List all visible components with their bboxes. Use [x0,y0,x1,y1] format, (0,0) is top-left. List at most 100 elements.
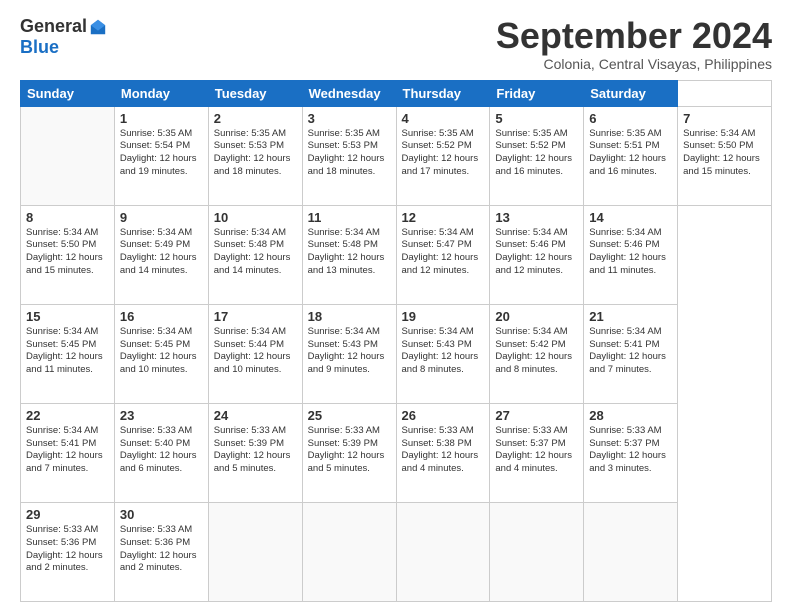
daylight-label: Daylight: 12 hours and 6 minutes. [120,450,197,474]
day-info: Sunrise: 5:35 AM Sunset: 5:53 PM Dayligh… [214,128,297,179]
day-number: 29 [26,507,109,522]
day-info: Sunrise: 5:35 AM Sunset: 5:51 PM Dayligh… [589,128,672,179]
sunset-label: Sunset: 5:54 PM [120,140,190,151]
sunset-label: Sunset: 5:37 PM [495,438,565,449]
daylight-label: Daylight: 12 hours and 7 minutes. [589,351,666,375]
sunrise-label: Sunrise: 5:33 AM [308,425,380,436]
daylight-label: Daylight: 12 hours and 2 minutes. [26,550,103,574]
sunset-label: Sunset: 5:41 PM [26,438,96,449]
sunset-label: Sunset: 5:53 PM [308,140,378,151]
day-number: 8 [26,210,109,225]
daylight-label: Daylight: 12 hours and 4 minutes. [402,450,479,474]
calendar-cell: 30 Sunrise: 5:33 AM Sunset: 5:36 PM Dayl… [114,502,208,601]
sunrise-label: Sunrise: 5:34 AM [26,425,98,436]
day-info: Sunrise: 5:34 AM Sunset: 5:46 PM Dayligh… [495,227,578,278]
sunset-label: Sunset: 5:42 PM [495,339,565,350]
sunrise-label: Sunrise: 5:34 AM [308,326,380,337]
day-number: 28 [589,408,672,423]
calendar-cell [490,502,584,601]
calendar-cell: 1 Sunrise: 5:35 AM Sunset: 5:54 PM Dayli… [114,106,208,205]
col-thursday: Thursday [396,80,490,106]
daylight-label: Daylight: 12 hours and 16 minutes. [589,153,666,177]
day-info: Sunrise: 5:34 AM Sunset: 5:50 PM Dayligh… [26,227,109,278]
col-sunday: Sunday [21,80,115,106]
calendar-cell [208,502,302,601]
sunset-label: Sunset: 5:45 PM [26,339,96,350]
sunset-label: Sunset: 5:52 PM [495,140,565,151]
calendar-cell: 29 Sunrise: 5:33 AM Sunset: 5:36 PM Dayl… [21,502,115,601]
sunrise-label: Sunrise: 5:34 AM [26,326,98,337]
calendar-cell: 24 Sunrise: 5:33 AM Sunset: 5:39 PM Dayl… [208,403,302,502]
day-number: 1 [120,111,203,126]
daylight-label: Daylight: 12 hours and 12 minutes. [402,252,479,276]
sunrise-label: Sunrise: 5:35 AM [120,128,192,139]
sunset-label: Sunset: 5:49 PM [120,239,190,250]
calendar-cell: 25 Sunrise: 5:33 AM Sunset: 5:39 PM Dayl… [302,403,396,502]
col-wednesday: Wednesday [302,80,396,106]
calendar-cell: 16 Sunrise: 5:34 AM Sunset: 5:45 PM Dayl… [114,304,208,403]
sunset-label: Sunset: 5:50 PM [26,239,96,250]
header: General Blue September 2024 Colonia, Cen… [20,16,772,72]
sunset-label: Sunset: 5:46 PM [589,239,659,250]
calendar-cell: 2 Sunrise: 5:35 AM Sunset: 5:53 PM Dayli… [208,106,302,205]
day-info: Sunrise: 5:34 AM Sunset: 5:41 PM Dayligh… [26,425,109,476]
sunset-label: Sunset: 5:39 PM [308,438,378,449]
calendar-cell [584,502,678,601]
daylight-label: Daylight: 12 hours and 13 minutes. [308,252,385,276]
calendar-cell: 5 Sunrise: 5:35 AM Sunset: 5:52 PM Dayli… [490,106,584,205]
day-info: Sunrise: 5:33 AM Sunset: 5:36 PM Dayligh… [120,524,203,575]
day-info: Sunrise: 5:35 AM Sunset: 5:53 PM Dayligh… [308,128,391,179]
day-info: Sunrise: 5:34 AM Sunset: 5:47 PM Dayligh… [402,227,485,278]
week-row-5: 29 Sunrise: 5:33 AM Sunset: 5:36 PM Dayl… [21,502,772,601]
daylight-label: Daylight: 12 hours and 4 minutes. [495,450,572,474]
logo-blue-text: Blue [20,37,59,58]
calendar-cell: 27 Sunrise: 5:33 AM Sunset: 5:37 PM Dayl… [490,403,584,502]
day-number: 27 [495,408,578,423]
calendar-cell: 17 Sunrise: 5:34 AM Sunset: 5:44 PM Dayl… [208,304,302,403]
sunset-label: Sunset: 5:43 PM [308,339,378,350]
day-number: 18 [308,309,391,324]
day-info: Sunrise: 5:33 AM Sunset: 5:37 PM Dayligh… [589,425,672,476]
calendar-header-row: Sunday Monday Tuesday Wednesday Thursday… [21,80,772,106]
sunrise-label: Sunrise: 5:34 AM [402,227,474,238]
calendar-cell [302,502,396,601]
daylight-label: Daylight: 12 hours and 14 minutes. [120,252,197,276]
daylight-label: Daylight: 12 hours and 18 minutes. [308,153,385,177]
day-info: Sunrise: 5:35 AM Sunset: 5:52 PM Dayligh… [402,128,485,179]
sunrise-label: Sunrise: 5:34 AM [683,128,755,139]
daylight-label: Daylight: 12 hours and 12 minutes. [495,252,572,276]
sunrise-label: Sunrise: 5:34 AM [495,227,567,238]
daylight-label: Daylight: 12 hours and 9 minutes. [308,351,385,375]
sunset-label: Sunset: 5:41 PM [589,339,659,350]
week-row-4: 22 Sunrise: 5:34 AM Sunset: 5:41 PM Dayl… [21,403,772,502]
week-row-2: 8 Sunrise: 5:34 AM Sunset: 5:50 PM Dayli… [21,205,772,304]
sunrise-label: Sunrise: 5:35 AM [495,128,567,139]
sunrise-label: Sunrise: 5:33 AM [495,425,567,436]
title-area: September 2024 Colonia, Central Visayas,… [496,16,772,72]
calendar-cell [396,502,490,601]
sunset-label: Sunset: 5:51 PM [589,140,659,151]
day-info: Sunrise: 5:34 AM Sunset: 5:45 PM Dayligh… [26,326,109,377]
day-number: 14 [589,210,672,225]
daylight-label: Daylight: 12 hours and 14 minutes. [214,252,291,276]
daylight-label: Daylight: 12 hours and 11 minutes. [26,351,103,375]
sunset-label: Sunset: 5:36 PM [26,537,96,548]
calendar-cell: 14 Sunrise: 5:34 AM Sunset: 5:46 PM Dayl… [584,205,678,304]
week-row-1: 1 Sunrise: 5:35 AM Sunset: 5:54 PM Dayli… [21,106,772,205]
sunset-label: Sunset: 5:44 PM [214,339,284,350]
day-info: Sunrise: 5:33 AM Sunset: 5:38 PM Dayligh… [402,425,485,476]
daylight-label: Daylight: 12 hours and 19 minutes. [120,153,197,177]
day-number: 19 [402,309,485,324]
daylight-label: Daylight: 12 hours and 7 minutes. [26,450,103,474]
day-number: 11 [308,210,391,225]
calendar-cell: 15 Sunrise: 5:34 AM Sunset: 5:45 PM Dayl… [21,304,115,403]
day-info: Sunrise: 5:33 AM Sunset: 5:40 PM Dayligh… [120,425,203,476]
col-saturday: Saturday [584,80,678,106]
day-info: Sunrise: 5:33 AM Sunset: 5:37 PM Dayligh… [495,425,578,476]
calendar-cell: 12 Sunrise: 5:34 AM Sunset: 5:47 PM Dayl… [396,205,490,304]
day-number: 9 [120,210,203,225]
day-number: 25 [308,408,391,423]
day-number: 30 [120,507,203,522]
day-info: Sunrise: 5:34 AM Sunset: 5:48 PM Dayligh… [214,227,297,278]
day-info: Sunrise: 5:35 AM Sunset: 5:52 PM Dayligh… [495,128,578,179]
